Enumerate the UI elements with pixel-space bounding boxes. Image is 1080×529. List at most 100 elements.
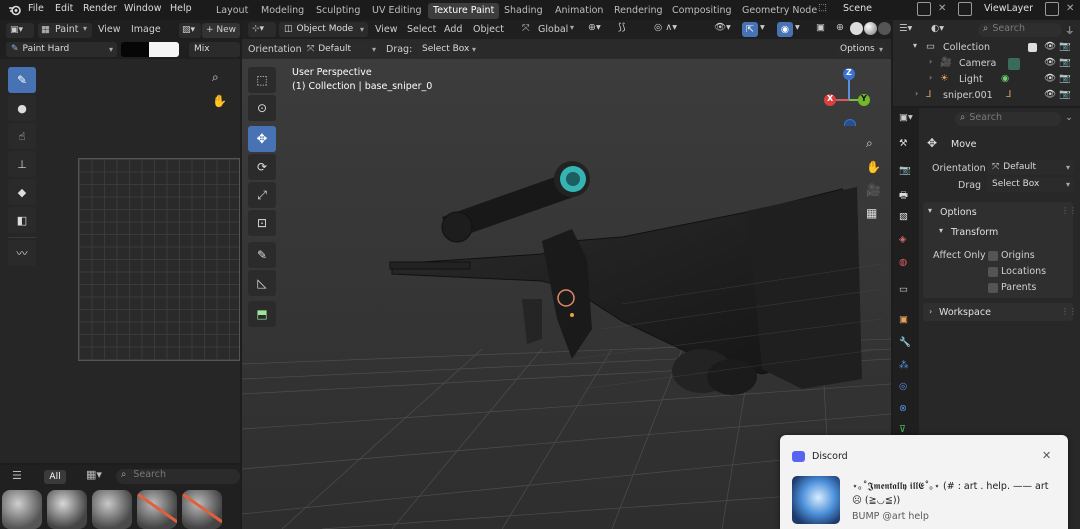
image-canvas[interactable] [78, 158, 240, 361]
orientation-select[interactable]: ⤧ Default ▾ [302, 42, 380, 57]
annotate-tool[interactable]: ✎ [248, 242, 276, 268]
chevron-down-icon[interactable]: ▾ [928, 206, 932, 215]
clone-tool[interactable]: ⊥ [8, 151, 36, 177]
rendered-shading-icon[interactable] [878, 22, 891, 35]
eye-icon[interactable]: 👁 [1044, 41, 1056, 52]
transform-orientation-value[interactable]: Global [538, 24, 568, 35]
world-tab-icon[interactable]: ◍ [899, 257, 907, 268]
filter-icon[interactable]: ◐▾ [931, 23, 944, 34]
zoom-icon[interactable]: ⌕ [212, 70, 219, 85]
viewlayer-name[interactable]: ViewLayer [984, 3, 1033, 14]
pivot-point-icon[interactable]: ⊕▾ [588, 22, 601, 33]
blender-logo-icon[interactable] [8, 3, 22, 17]
new-image-button[interactable]: + New [202, 23, 240, 38]
view-layer-tab-icon[interactable]: ▨ [899, 211, 908, 222]
tab-sculpting[interactable]: Sculpting [311, 3, 365, 19]
object-mode-select[interactable]: ◫ Object Mode ▾ [279, 22, 368, 37]
menu-file[interactable]: File [28, 3, 44, 14]
fill-tool[interactable]: ◆ [8, 179, 36, 205]
menu-select[interactable]: Select [407, 24, 436, 35]
camera-restrict-icon[interactable]: 📷 [1059, 41, 1071, 52]
asset-search-input[interactable]: ⌕ Search [116, 469, 240, 484]
outliner-search-input[interactable]: ⌕ Search [978, 23, 1062, 37]
material-shading-icon[interactable] [864, 22, 877, 35]
proportional-edit-icon[interactable]: ◎ ∧▾ [654, 22, 677, 33]
modifier-tab-icon[interactable]: 🔧 [899, 337, 911, 348]
brush-preview-5[interactable] [182, 490, 222, 529]
menu-image[interactable]: Image [131, 24, 161, 35]
constraints-tab-icon[interactable]: ⊗ [899, 403, 907, 414]
options-panel-title[interactable]: Options [940, 207, 977, 218]
object-tab-icon[interactable]: ▣ [899, 314, 908, 325]
origins-label[interactable]: Origins [1001, 250, 1035, 261]
editor-type-icon[interactable]: ▣▾ [899, 112, 913, 123]
tab-compositing[interactable]: Compositing [667, 3, 737, 19]
data-tab-icon[interactable]: ⊽ [899, 424, 906, 435]
select-box-tool[interactable]: ⬚ [248, 67, 276, 93]
brush-select[interactable]: ✎ Paint Hard ▾ [6, 42, 117, 57]
editor-type-icon[interactable]: ☰▾ [899, 23, 912, 34]
zoom-icon[interactable]: ⌕ [866, 136, 873, 151]
annotate-tool[interactable]: 〰 [8, 240, 36, 266]
collection-tab-icon[interactable]: ▭ [899, 284, 908, 295]
tab-layout[interactable]: Layout [211, 3, 253, 19]
wireframe-shading-icon[interactable]: ⊕ [836, 22, 844, 33]
tab-uv-editing[interactable]: UV Editing [367, 3, 427, 19]
gizmo-toggle-icon[interactable]: ⇱ [742, 22, 758, 37]
particles-tab-icon[interactable]: ⁂ [899, 360, 909, 371]
eye-icon[interactable]: 👁 [1044, 89, 1056, 100]
grid-view-icon[interactable]: ▦▾ [86, 468, 102, 481]
menu-view[interactable]: View [375, 24, 398, 35]
navigation-gizmo[interactable]: Z X Y [822, 64, 872, 131]
solid-shading-icon[interactable] [850, 22, 863, 35]
hamburger-icon[interactable]: ☰ [12, 469, 22, 482]
scene-tab-icon[interactable]: ◈ [899, 234, 906, 245]
render-tab-icon[interactable]: 📷 [899, 165, 911, 176]
drag-handle-icon[interactable]: ⋮⋮ [1061, 307, 1077, 316]
locations-checkbox[interactable] [988, 267, 998, 277]
overlays-dropdown-icon[interactable]: ▾ [795, 22, 800, 33]
tab-geometry-nodes[interactable]: Geometry Node [737, 3, 822, 19]
scale-tool[interactable]: ⤢ [248, 182, 276, 208]
tab-texture-paint[interactable]: Texture Paint [428, 3, 500, 19]
hand-pan-icon[interactable]: ✋ [212, 94, 227, 108]
viewlayer-icon[interactable] [958, 2, 972, 16]
new-scene-icon[interactable] [917, 2, 931, 16]
tab-rendering[interactable]: Rendering [609, 3, 668, 19]
options-dropdown[interactable]: Options ▾ [835, 42, 887, 57]
cursor-tool[interactable]: ⊙ [248, 95, 276, 121]
brush-preview-3[interactable] [92, 490, 132, 529]
tab-shading[interactable]: Shading [499, 3, 548, 19]
funnel-icon[interactable]: ⏚ [1065, 23, 1075, 37]
image-browse-icon[interactable]: ▨▾ [179, 23, 201, 38]
blend-mode-select[interactable]: Mix [189, 42, 240, 57]
delete-scene-icon[interactable]: ✕ [938, 3, 946, 14]
paint-mode-select[interactable]: ▦ Paint ▾ [38, 23, 92, 38]
add-cube-tool[interactable]: ⬒ [248, 301, 276, 327]
outliner-row-sniper[interactable]: › ⅃ sniper.001 ⅃ 👁 📷 [893, 88, 1080, 104]
drag-select[interactable]: Select Box ▾ [987, 177, 1074, 192]
visibility-icon[interactable]: 👁▾ [714, 22, 731, 33]
menu-render[interactable]: Render [83, 3, 117, 14]
editor-type-icon[interactable]: ⊹▾ [248, 22, 276, 37]
smear-tool[interactable]: ☝ [8, 123, 36, 149]
color-swatch-white[interactable] [149, 42, 179, 57]
move-tool[interactable]: ✥ [248, 126, 276, 152]
chevron-down-icon[interactable]: ▾ [939, 226, 943, 235]
snap-icon[interactable]: ⟆⟆ [618, 22, 625, 33]
output-tab-icon[interactable]: 🖶 [899, 188, 908, 204]
gizmo-dropdown-icon[interactable]: ▾ [760, 22, 765, 33]
origins-checkbox[interactable] [988, 251, 998, 261]
camera-restrict-icon[interactable]: 📷 [1059, 57, 1071, 68]
new-viewlayer-icon[interactable] [1045, 2, 1059, 16]
tab-modeling[interactable]: Modeling [256, 3, 309, 19]
menu-object[interactable]: Object [473, 24, 504, 35]
transform-subpanel-title[interactable]: Transform [951, 227, 998, 238]
filter-all-button[interactable]: All [44, 470, 66, 484]
perspective-grid-icon[interactable]: ▦ [866, 206, 877, 220]
chevron-down-icon[interactable]: ⌄ [1065, 112, 1073, 123]
scene-icon[interactable]: ⬚ [818, 2, 828, 18]
outliner-row-light[interactable]: › ☀ Light ◉ 👁 📷 [893, 72, 1080, 88]
overlays-toggle-icon[interactable]: ◉ [777, 22, 793, 37]
drag-select[interactable]: Select Box ▾ [417, 42, 480, 57]
